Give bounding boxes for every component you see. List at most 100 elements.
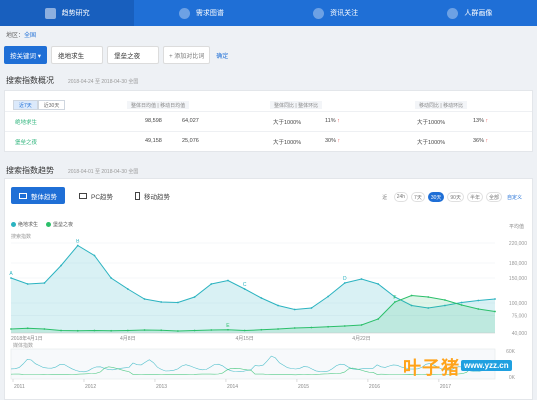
- header-yoy: 整体同比 | 整体环比: [270, 101, 323, 109]
- compare-by-keyword-button[interactable]: 按关键词 ▾: [4, 46, 48, 64]
- data-point: [43, 328, 46, 330]
- data-point: [310, 307, 313, 309]
- range-30d[interactable]: 30天: [427, 192, 445, 202]
- range-half-year[interactable]: 半年: [466, 192, 483, 202]
- data-point: [494, 298, 496, 300]
- data-point: [427, 296, 430, 298]
- data-point: [460, 301, 463, 304]
- data-point: [277, 328, 279, 330]
- y-tick-label: 100,000: [509, 301, 527, 307]
- data-point: [60, 329, 62, 332]
- overview-year-label: 2015: [298, 384, 309, 390]
- top-nav: 趋势研究 需求图谱 资讯关注 人群画像: [0, 0, 537, 26]
- tab-mobile-trend[interactable]: 移动趋势: [127, 187, 178, 204]
- overview-year-label: 2012: [85, 384, 96, 390]
- row-yoy: 大于1000%: [273, 120, 302, 126]
- range-7d[interactable]: 7天: [411, 192, 425, 202]
- tab-demand-graph[interactable]: 需求图谱: [134, 0, 268, 26]
- header-index: 整体日均值 | 移动日均值: [127, 101, 190, 109]
- chart-icon: [44, 7, 56, 19]
- data-point: [126, 288, 129, 290]
- data-point: [377, 283, 380, 285]
- y-tick-label: 220,000: [509, 241, 527, 247]
- overview-title: 搜索指数概况: [6, 76, 54, 85]
- legend-item[interactable]: 绝地求生: [11, 221, 38, 228]
- tab-trend-research[interactable]: 趋势研究: [0, 0, 135, 26]
- tab-overall-trend[interactable]: 整体趋势: [11, 187, 65, 204]
- table-row: 堡垒之夜 49,158 25,076 大于1000% 30% ↑ 大于1000%…: [5, 131, 532, 151]
- overview-label: 媒体指数: [13, 342, 33, 349]
- row-overall: 98,598: [145, 118, 162, 124]
- legend-item[interactable]: 堡垒之夜: [46, 221, 73, 228]
- time-range-selector: 近 24h 7天 30天 90天 半年 全部 自定义: [379, 192, 524, 202]
- confirm-link[interactable]: 确定: [216, 51, 228, 60]
- up-arrow-icon: ↑: [337, 138, 341, 144]
- data-point: [126, 329, 129, 332]
- row-mobile-yoy: 大于1000%: [417, 120, 446, 126]
- tab-pc-trend[interactable]: PC趋势: [71, 187, 121, 204]
- up-arrow-icon: ↑: [485, 138, 489, 144]
- data-point: [494, 310, 496, 313]
- data-point: [293, 308, 296, 311]
- up-arrow-icon: ↑: [485, 118, 489, 124]
- data-point: [243, 288, 246, 290]
- data-point: [43, 282, 46, 284]
- header-mobile: 移动同比 | 移动环比: [415, 101, 468, 109]
- period-30d[interactable]: 近30天: [37, 100, 66, 110]
- chart-legend: 绝地求生 堡垒之夜: [11, 221, 73, 228]
- watermark-url: www.yzz.cn: [461, 360, 512, 371]
- keyword-chip[interactable]: 绝地求生: [51, 46, 104, 64]
- data-point: [227, 279, 229, 282]
- data-point: [310, 326, 313, 329]
- watermark-text: 叶子猪: [403, 358, 460, 379]
- overview-year-label: 2011: [14, 384, 25, 390]
- region-value[interactable]: 全国: [24, 33, 36, 39]
- legend-dot: [46, 222, 52, 228]
- tab-label: 趋势研究: [61, 10, 90, 17]
- annotation-label: C: [243, 282, 247, 288]
- keyword-chip[interactable]: 堡垒之夜: [107, 46, 160, 64]
- period-toggle: 近7天 近30天: [13, 100, 66, 110]
- tab-label: 需求图谱: [195, 10, 224, 17]
- tab-audience[interactable]: 人群画像: [403, 0, 537, 26]
- data-point: [227, 328, 229, 331]
- row-mobile-yoy: 大于1000%: [417, 140, 446, 146]
- data-point: [260, 328, 263, 331]
- range-custom[interactable]: 自定义: [505, 192, 524, 202]
- range-90d[interactable]: 90天: [447, 192, 464, 202]
- period-7d[interactable]: 近7天: [13, 100, 38, 110]
- data-point: [160, 329, 163, 332]
- data-point: [360, 278, 363, 280]
- tab-label: 资讯关注: [330, 10, 359, 17]
- data-point: [260, 297, 263, 299]
- x-tick-label: 4月22日: [352, 336, 370, 342]
- phone-icon: [135, 191, 141, 200]
- data-point: [343, 282, 346, 284]
- add-compare-keyword-button[interactable]: + 添加对比词: [163, 46, 211, 64]
- trend-tabs: 整体趋势 PC趋势 移动趋势: [11, 187, 178, 204]
- region-selector[interactable]: 地区：全国: [6, 30, 36, 39]
- x-tick-label: 4月8日: [120, 336, 136, 342]
- y-tick-label: 40,000: [512, 331, 528, 337]
- data-point: [460, 304, 463, 306]
- data-point: [143, 298, 146, 300]
- row-mobile: 25,076: [182, 138, 199, 144]
- range-24h[interactable]: 24h: [393, 192, 409, 202]
- data-point: [360, 324, 363, 326]
- data-point: [210, 283, 213, 285]
- data-point: [76, 244, 79, 247]
- y-tick-label: 150,000: [509, 276, 527, 282]
- data-point: [76, 329, 79, 332]
- data-point: [193, 329, 196, 332]
- up-arrow-icon: ↑: [337, 118, 340, 124]
- data-point: [143, 329, 146, 331]
- average-toggle[interactable]: 平均值: [509, 223, 524, 230]
- overall-icon: [19, 192, 27, 199]
- data-point: [377, 318, 380, 320]
- legend-dot: [11, 222, 16, 228]
- annotation-label: A: [9, 271, 13, 277]
- data-point: [110, 329, 113, 332]
- keyword-bar: 按关键词 ▾ 绝地求生 堡垒之夜 + 添加对比词 确定: [4, 46, 228, 64]
- range-all[interactable]: 全部: [485, 192, 502, 202]
- tab-news[interactable]: 资讯关注: [269, 0, 403, 26]
